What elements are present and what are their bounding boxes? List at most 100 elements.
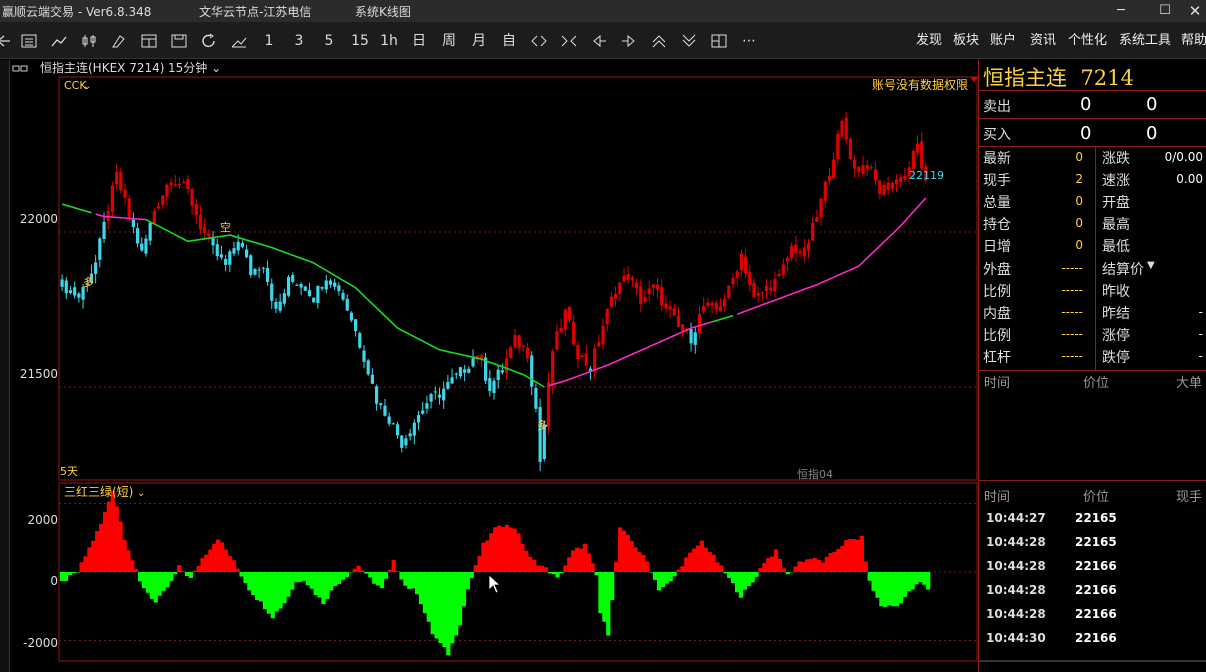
indicator-bar [169,572,174,582]
indicator-bar [551,572,556,575]
chevron-down-icon[interactable] [678,30,700,52]
tick-row[interactable]: 10:44:30 22166 [979,627,1206,651]
indicator-bar [734,572,740,593]
period-month[interactable]: 月 [469,30,489,52]
period-1h[interactable]: 1h [378,30,400,52]
candle-body [676,315,681,327]
candle-body [534,388,538,409]
zoom-in-icon[interactable] [528,30,550,52]
indicator-bar [208,549,213,572]
candle-body [605,308,609,324]
period-3min[interactable]: 3 [292,30,306,52]
indicator-bar [567,557,572,572]
indicator-bar [770,556,775,572]
indicator-bar [617,527,623,572]
candle-body [421,410,425,414]
indicator-bar [637,552,642,572]
indicator-bar [204,554,209,572]
menu-system-tools[interactable]: 系统工具 [1119,30,1171,52]
draw-tool-icon[interactable] [108,30,130,52]
period-label: 15分钟 [168,61,208,75]
mouse-cursor-icon [488,574,502,594]
list-icon[interactable] [18,30,40,52]
title-bar: 赢顺云端交易 - Ver6.8.348 文华云节点-江苏电信 系统K线图 ─ ☐… [0,0,1206,22]
candle-body [551,351,555,385]
period-1min[interactable]: 1 [262,30,276,52]
candle-body [257,269,261,271]
menu-discover[interactable]: 发现 [916,30,942,52]
indicator-bar [286,572,291,597]
layout-icon[interactable] [708,30,730,52]
menu-news[interactable]: 资讯 [1030,30,1056,52]
indicator-bar [91,540,96,572]
tick-row[interactable]: 10:44:28 22166 [979,579,1206,603]
candle-body [735,271,739,278]
period-15min[interactable]: 15 [349,30,371,52]
more-icon[interactable]: ⋯ [738,30,760,52]
sell-price[interactable]: 0 [1080,94,1091,115]
kline-chart[interactable]: CCK ⌄ 账号没有数据权限 22000 21500 5天 恒指04 22119… [0,76,978,672]
menu-personalize[interactable]: 个性化 [1068,30,1107,52]
chevron-down-icon[interactable]: ▼ [1147,260,1155,271]
indicator-bar [922,572,927,585]
period-selector[interactable]: 15分钟 ⌄ [168,60,221,77]
candle-body [278,301,282,311]
line-chart-icon[interactable] [48,30,70,52]
period-5min[interactable]: 5 [322,30,336,52]
indicator-bar [340,572,346,580]
candle-body [622,275,626,282]
sub-indicator-label[interactable]: 三红三绿(短) [64,484,133,499]
quote-value: - [1198,304,1203,319]
candlestick-icon[interactable] [78,30,100,52]
panel-scrollbar[interactable] [979,660,1206,662]
chart-frame-icon[interactable] [138,30,160,52]
tick-row[interactable]: 10:44:28 22166 [979,603,1206,627]
candle-body [94,262,98,275]
refresh-icon[interactable] [198,30,220,52]
indicator-bar [844,539,849,572]
system-kline-menu[interactable]: 系统K线图 [355,3,411,20]
candle-body [370,374,374,384]
candle-body [211,238,215,246]
close-button[interactable]: ✕ [1180,1,1206,21]
candle-body [865,165,869,169]
indicator-bar [504,524,509,572]
save-icon[interactable] [168,30,190,52]
candle-body [702,306,706,312]
chevron-up-icon[interactable] [648,30,670,52]
indicator-bar [672,572,677,577]
period-custom[interactable]: 自 [499,30,519,52]
menu-sector[interactable]: 板块 [953,30,979,52]
tick-row[interactable]: 10:44:27 22165 [979,507,1206,531]
candle-body [681,324,685,332]
period-day[interactable]: 日 [409,30,429,52]
candle-body [777,274,781,276]
period-week[interactable]: 周 [439,30,459,52]
arrow-icon[interactable] [0,30,10,52]
server-node[interactable]: 文华云节点-江苏电信 [199,3,311,20]
indicator-bar [157,572,162,596]
tick-row[interactable]: 10:44:28 22165 [979,531,1206,555]
scroll-left-icon[interactable] [588,30,610,52]
link-icon[interactable] [12,64,28,74]
moving-average-series [61,197,927,388]
symbol-selector[interactable]: 恒指主连(HKEX 7214) [40,60,164,77]
indicator-bar [372,572,377,584]
menu-account[interactable]: 账户 [990,30,1016,52]
candle-body [500,370,504,373]
quote-label: 最新 [983,151,1011,167]
chevron-down-icon: ⌄ [137,488,145,499]
minimize-button[interactable]: ─ [1106,1,1136,21]
scroll-right-icon[interactable] [618,30,640,52]
candle-body [291,275,295,282]
indicator-bar [500,526,506,572]
candle-body [354,319,358,332]
maximize-button[interactable]: ☐ [1150,1,1180,21]
zoom-out-icon[interactable] [558,30,580,52]
candle-body [312,297,316,303]
buy-price[interactable]: 0 [1080,123,1091,144]
analysis-icon[interactable] [228,30,250,52]
menu-help[interactable]: 帮助 [1181,30,1206,52]
candle-body [743,256,748,274]
tick-row[interactable]: 10:44:28 22166 [979,555,1206,579]
